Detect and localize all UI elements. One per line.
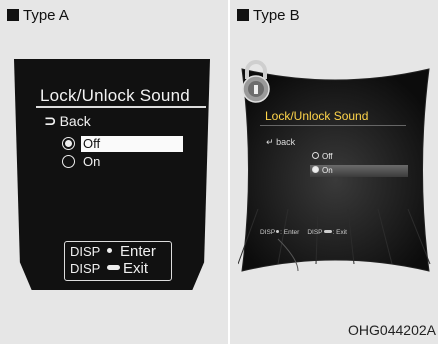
square-bullet-icon [237,9,249,21]
disp-key-label: DISP [260,229,276,236]
padlock-icon [242,60,270,103]
type-a-label-text: Type A [23,7,69,24]
disp-key-label: DISP [70,261,101,276]
type-b-back-label: back [276,137,296,147]
radio-selected-icon [312,166,319,173]
type-b-option-on-label: On [322,166,333,175]
radio-unselected-icon [62,155,75,168]
disp-key-label: DISP [307,229,323,236]
type-b-option-off-label: Off [322,152,333,161]
disp-key-label: DISP [70,244,101,259]
type-a-screen: Lock/Unlock Sound ⊃ Back Off On DISP Enter… [14,59,210,290]
type-a-exit-hint: DISP Exit [70,261,148,277]
long-press-bar-icon [107,265,120,270]
type-a-panel: Type A Lock/Unlock Sound ⊃ Back Off On DI… [0,0,228,344]
radio-unselected-icon [312,152,319,159]
type-a-enter-hint: DISP Enter [70,244,156,260]
short-press-dot-icon [107,248,112,253]
type-b-option-on[interactable]: On [310,165,408,177]
exit-hint-label: Exit [123,260,149,277]
type-b-screen: Lock/Unlock Sound ↵ back Off On DISP : En… [238,59,433,281]
type-b-panel: Type B Lock/Unlock Sound ↵ back Off On D… [230,0,438,344]
short-press-dot-icon [276,230,280,233]
radio-selected-icon [62,137,75,150]
type-a-title: Lock/Unlock Sound [40,86,190,105]
type-b-back-item[interactable]: ↵ back [266,137,295,148]
type-b-option-off[interactable]: Off [312,152,333,164]
type-a-key-guide: DISP Enter DISP Exit [64,241,172,281]
type-b-title: Lock/Unlock Sound [265,109,369,123]
type-a-label: Type A [7,7,69,24]
return-arrow-icon: ↵ [266,137,274,147]
type-b-divider [260,125,406,126]
type-b-label-text: Type B [253,7,300,24]
square-bullet-icon [7,9,19,21]
type-a-divider [36,106,206,108]
long-press-bar-icon [323,230,332,233]
exit-hint-label: : Exit [332,229,347,236]
enter-hint-label: Enter [120,243,156,260]
figure-code: OHG044202A [348,322,436,338]
type-b-key-guide: DISP : Enter DISP : Exit [260,229,347,236]
type-a-option-on-label: On [83,154,101,169]
type-b-label: Type B [237,7,300,24]
type-a-back-item[interactable]: ⊃ Back [44,112,91,130]
enter-hint-label: : Enter [280,229,300,236]
type-a-back-label: Back [59,113,91,129]
type-a-option-off-label: Off [81,136,183,152]
return-arrow-icon: ⊃ [44,113,57,130]
